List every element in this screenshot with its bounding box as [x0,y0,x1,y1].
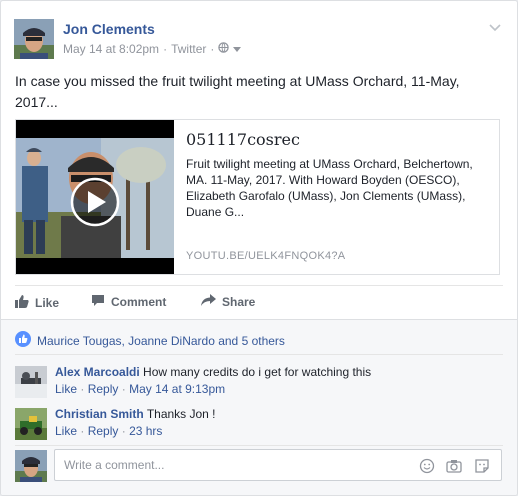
comment-composer [54,449,502,481]
meta-separator: · [210,42,215,56]
comment-author[interactable]: Alex Marcoaldi [55,365,140,379]
comment-button[interactable]: Comment [91,294,166,310]
divider [15,285,503,286]
like-reaction-icon [15,331,31,350]
comment-time[interactable]: May 14 at 9:13pm [129,382,225,396]
preview-title[interactable]: 051117cosrec [186,130,300,149]
separator: · [121,424,130,438]
comment-bubble-icon [91,294,105,310]
like-button[interactable]: Like [15,294,59,311]
likes-summary-row[interactable]: Maurice Tougas, Joanne DiNardo and 5 oth… [15,331,285,350]
comment-actions: Like · Reply · May 14 at 9:13pm [55,381,225,397]
commenter-avatar[interactable] [15,366,47,398]
thumbs-up-icon [15,294,29,311]
post-card: Jon Clements May 14 at 8:02pm · Twitter … [0,0,518,496]
comment-text: Thanks Jon ! [146,407,216,421]
like-label: Like [35,295,60,310]
comment-text: How many credits do i get for watching t… [143,365,372,379]
sticker-icon[interactable] [474,458,490,474]
comment-time[interactable]: 23 hrs [129,424,162,438]
emoji-icon[interactable] [419,458,435,474]
divider [15,354,503,355]
author-name[interactable]: Jon Clements [63,21,155,37]
share-arrow-icon [201,294,216,310]
share-label: Share [222,295,256,309]
comment-author[interactable]: Christian Smith [55,407,144,421]
comment-reply-link[interactable]: Reply [88,424,119,438]
post-date[interactable]: May 14 at 8:02pm [63,42,159,56]
post-text: In case you missed the fruit twilight me… [15,73,460,110]
author-avatar[interactable] [14,19,54,59]
comment-like-link[interactable]: Like [55,382,77,396]
separator: · [80,424,88,438]
privacy-dropdown-icon[interactable] [233,42,242,56]
likes-summary-text[interactable]: Maurice Tougas, Joanne DiNardo and 5 oth… [37,334,285,348]
post-options-chevron-icon[interactable] [489,19,501,35]
comment-input[interactable] [62,457,406,473]
divider [15,445,503,446]
comment-body: Christian Smith Thanks Jon ! [55,406,216,423]
globe-icon[interactable] [218,42,230,56]
meta-separator: · [163,42,168,56]
video-thumbnail[interactable] [16,120,174,274]
preview-link[interactable]: YOUTU.BE/UELK4FNQOK4?A [186,250,345,262]
comment-reply-link[interactable]: Reply [88,382,119,396]
action-bar: Like Comment Share [15,294,503,314]
comment-label: Comment [111,295,167,309]
separator: · [121,382,130,396]
separator: · [80,382,88,396]
camera-icon[interactable] [446,458,462,474]
comment-actions: Like · Reply · 23 hrs [55,423,162,439]
link-preview[interactable]: 051117cosrec Fruit twilight meeting at U… [15,119,500,275]
comment-like-link[interactable]: Like [55,424,77,438]
preview-description: Fruit twilight meeting at UMass Orchard,… [186,157,473,219]
post-meta: May 14 at 8:02pm · Twitter · [63,42,242,56]
comment-body: Alex Marcoaldi How many credits do i get… [55,364,371,381]
post-via[interactable]: Twitter [171,42,206,56]
commenter-avatar[interactable] [15,408,47,440]
current-user-avatar [15,450,47,482]
comments-section: Maurice Tougas, Joanne DiNardo and 5 oth… [1,320,517,495]
share-button[interactable]: Share [201,294,255,310]
